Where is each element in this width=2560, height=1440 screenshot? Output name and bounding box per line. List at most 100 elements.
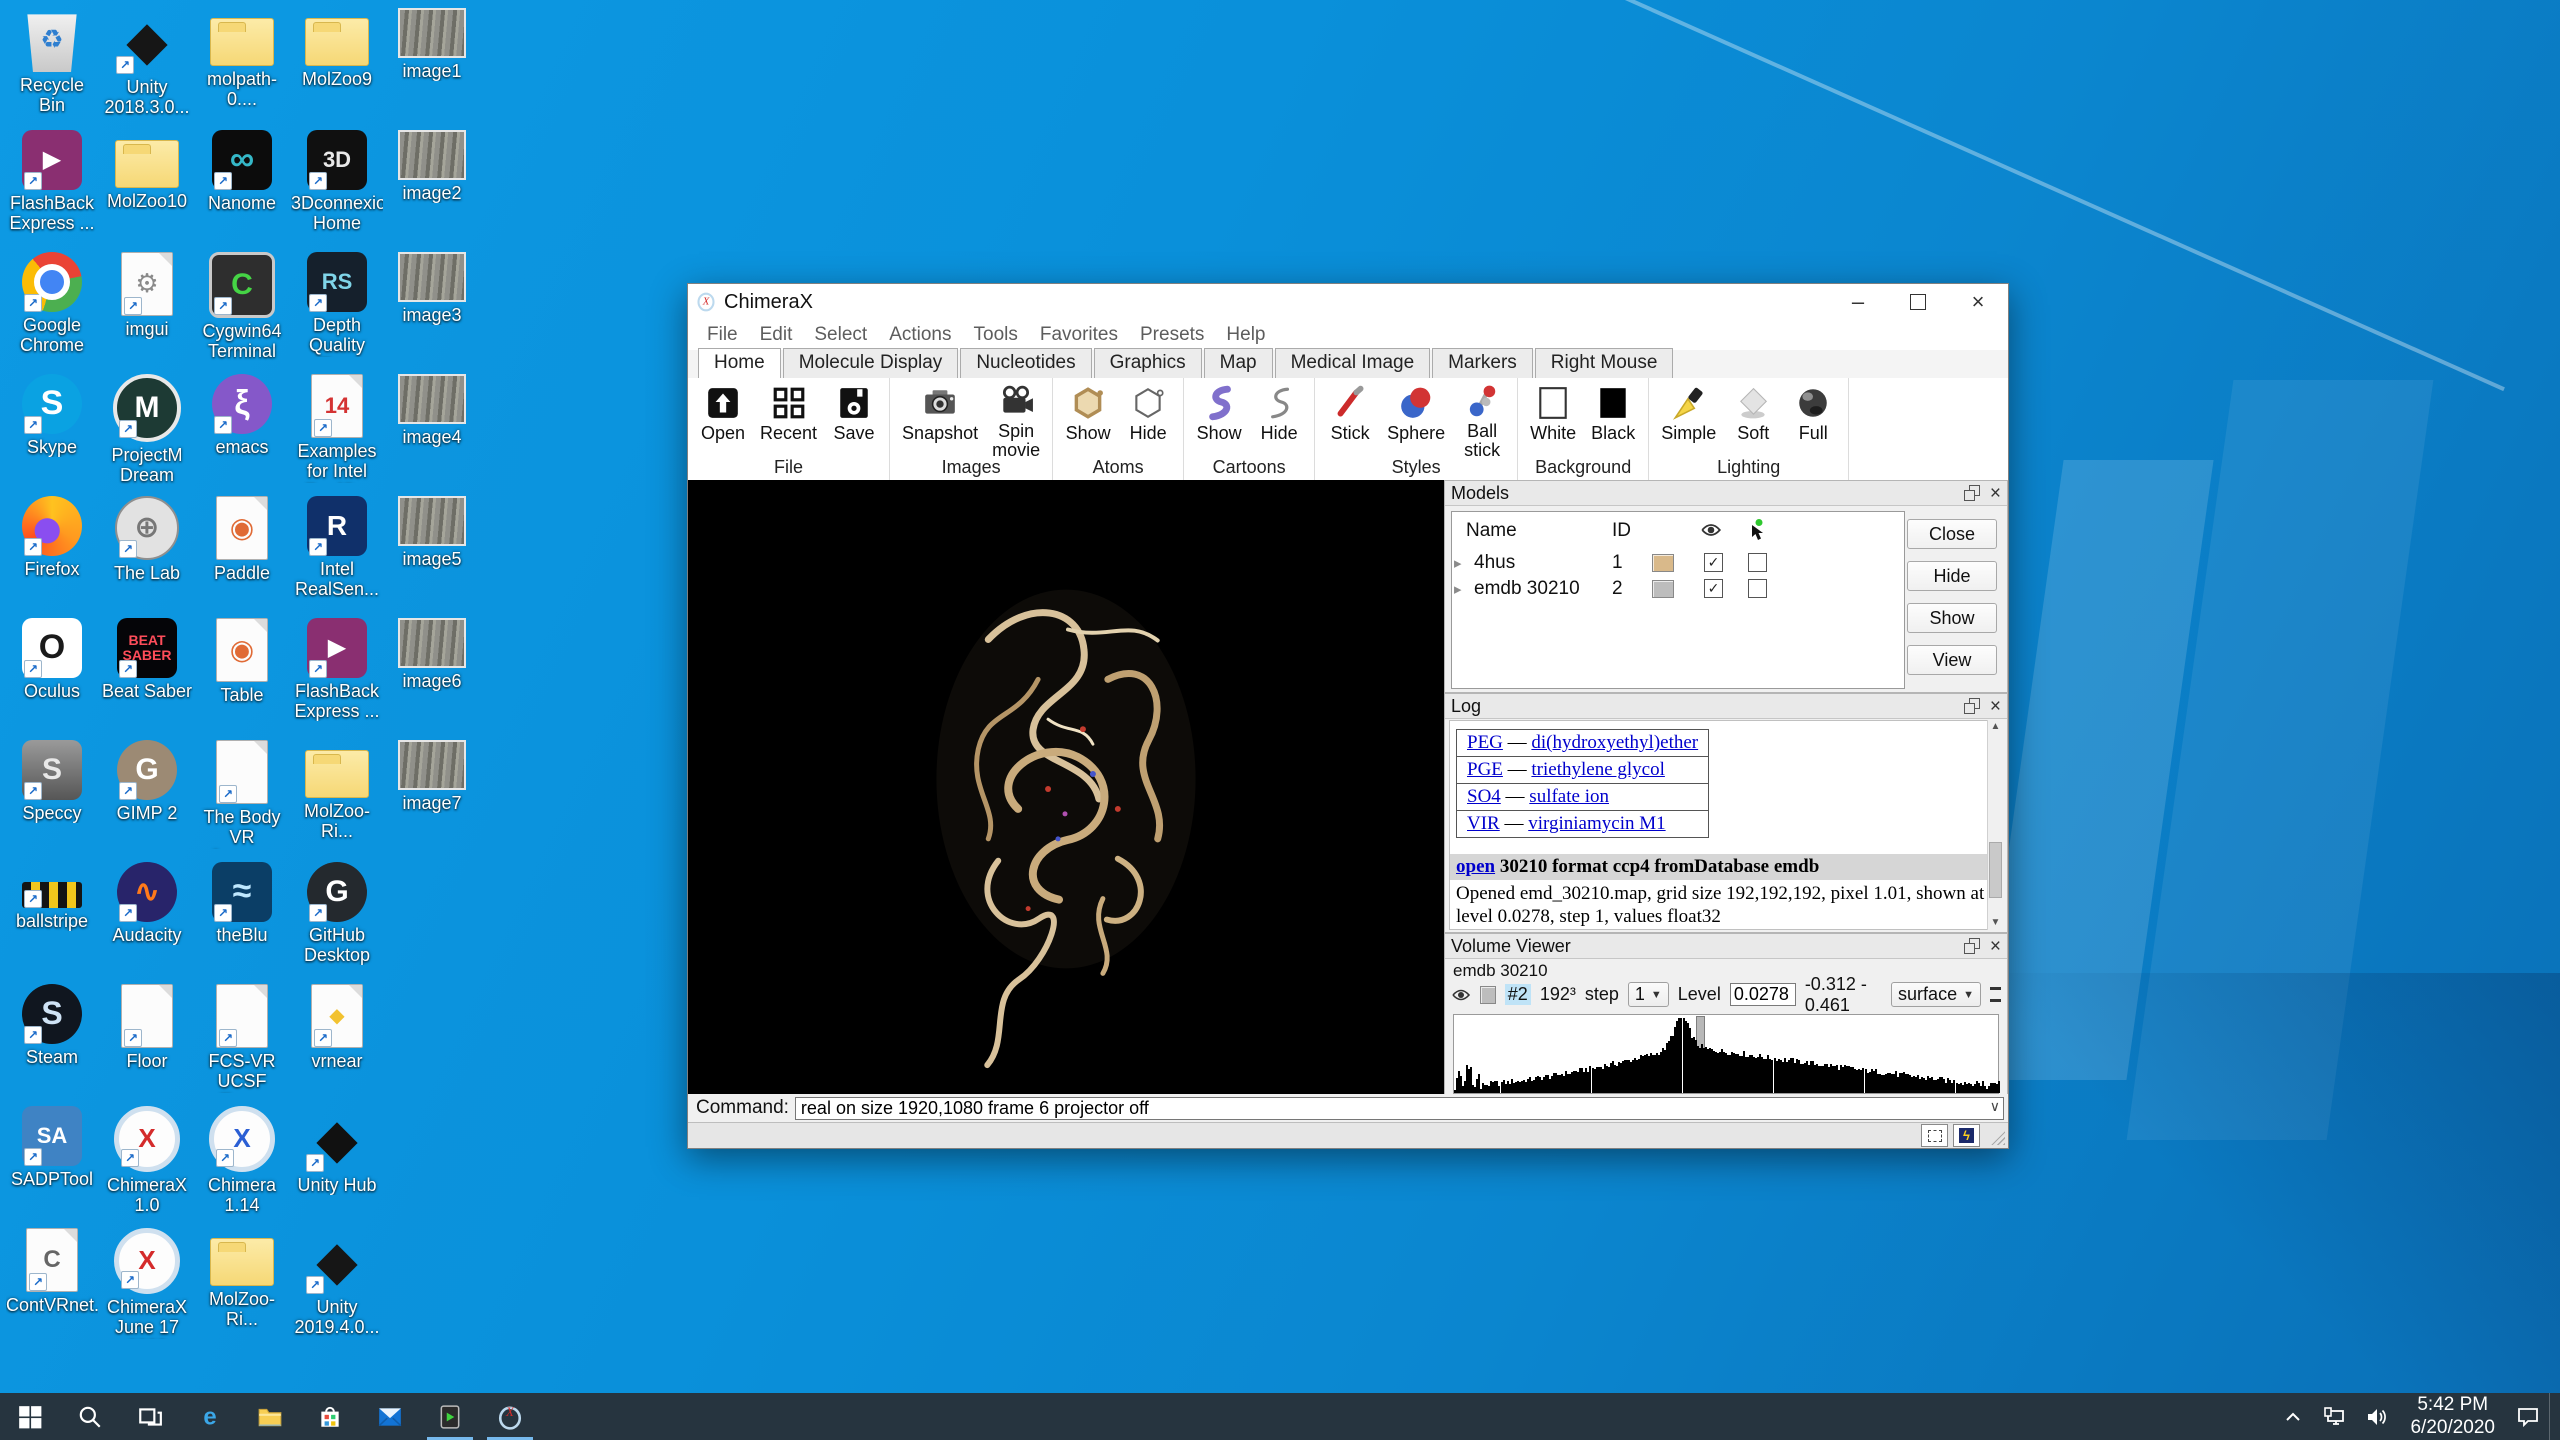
images-spin-movie-button[interactable]: Spin movie [992,384,1040,458]
resize-grip[interactable] [1991,1131,2005,1145]
desktop-icon-chimera-1-14[interactable]: X↗Chimera 1.14 [196,1106,288,1215]
desktop-icon-image4[interactable]: image4 [386,374,478,447]
desktop-icon-theblu[interactable]: ≈↗theBlu [196,862,288,945]
lighting-full-button[interactable]: Full [1790,384,1836,458]
desktop-icon-molzoo-ri-folder-1[interactable]: MolZoo-Ri... [196,1228,288,1329]
tab-graphics[interactable]: Graphics [1094,348,1202,378]
minimize-button[interactable]: – [1828,284,1888,320]
volume-histogram[interactable] [1453,1014,1999,1094]
desktop-icon-unity-hub[interactable]: ◆↗Unity Hub [291,1106,383,1195]
display-style-dropdown[interactable]: surface▼ [1891,982,1981,1007]
desktop-icon-cygwin64-terminal[interactable]: C↗Cygwin64 Terminal [196,252,288,361]
desktop-icon-emacs[interactable]: ξ↗emacs [196,374,288,457]
expand-row-icon[interactable]: ▸ [1454,580,1462,598]
styles-ball-stick-button[interactable]: Ball stick [1459,384,1505,458]
show-model-button[interactable]: Show [1907,603,1997,633]
command-input[interactable] [795,1097,2004,1120]
view-model-button[interactable]: View [1907,645,1997,675]
file-save-button[interactable]: Save [831,384,877,458]
log-panel-titlebar[interactable]: Log × [1445,694,2007,719]
styles-sphere-button[interactable]: Sphere [1387,384,1445,458]
title-bar[interactable]: X ChimeraX – × [688,284,2008,320]
taskbar-task-view-icon[interactable] [120,1393,180,1440]
close-panel-icon[interactable]: × [1990,484,2001,503]
desktop-icon-the-lab[interactable]: ⊕↗The Lab [101,496,193,583]
tab-molecule-display[interactable]: Molecule Display [783,348,959,378]
selection-mode-button[interactable] [1921,1124,1948,1147]
volume-model-id[interactable]: #2 [1505,984,1531,1005]
tab-right-mouse[interactable]: Right Mouse [1535,348,1674,378]
desktop-icon-molpath-folder[interactable]: molpath-0.... [196,8,288,109]
tab-medical-image[interactable]: Medical Image [1275,348,1431,378]
model-color-swatch[interactable] [1652,580,1674,598]
volume-menu-icon[interactable] [1990,987,2001,1002]
background-white-button[interactable]: White [1530,384,1576,458]
desktop-icon-depth-quality-tool[interactable]: RS↗Depth Quality To... [291,252,383,357]
atoms-hide-button[interactable]: Hide [1125,384,1171,458]
fast-mode-button[interactable]: ϟ [1953,1124,1980,1147]
desktop-icon-image6[interactable]: image6 [386,618,478,691]
desktop-icon-molzoo10-folder[interactable]: MolZoo10 [101,130,193,211]
close-model-button[interactable]: Close [1907,519,1997,549]
desktop-icon-unity-2018[interactable]: ◆↗Unity 2018.3.0... [101,8,193,117]
action-center-icon[interactable] [2507,1393,2549,1440]
desktop-icon-flashback-express[interactable]: ▶↗FlashBack Express ... [6,130,98,233]
file-open-button[interactable]: Open [700,384,746,458]
volume-viewer-titlebar[interactable]: Volume Viewer × [1445,934,2007,959]
ligand-code-link[interactable]: VIR [1467,813,1500,834]
desktop-icon-the-body-vr[interactable]: ↗The Body VR Journey Ins... [196,740,288,849]
desktop-icon-nanome[interactable]: ∞↗Nanome [196,130,288,213]
desktop-icon-molzoo-ri-folder-2[interactable]: MolZoo-Ri... [291,740,383,841]
command-history-chevron-icon[interactable]: ∨ [1990,1098,2000,1115]
desktop-icon-oculus[interactable]: O↗Oculus [6,618,98,701]
close-button[interactable]: × [1948,284,2008,320]
expand-row-icon[interactable]: ▸ [1454,554,1462,572]
level-input[interactable] [1730,983,1796,1006]
ligand-code-link[interactable]: PEG [1467,732,1503,753]
hide-model-button[interactable]: Hide [1907,561,1997,591]
desktop-icon-speccy[interactable]: S↗Speccy [6,740,98,823]
desktop-icon-chimerax-june[interactable]: X↗ChimeraX June 17 2020 [101,1228,193,1339]
desktop-icon-contvrnet[interactable]: C↗ContVRnet... [6,1228,98,1315]
desktop-icon-skype[interactable]: S↗Skype [6,374,98,457]
desktop-icon-examples-intel-realsense[interactable]: 14↗Examples for Intel RealS... [291,374,383,483]
scroll-down-icon[interactable]: ▼ [1988,916,2003,930]
taskbar-store-icon[interactable] [300,1393,360,1440]
model-shown-checkbox[interactable]: ✓ [1704,553,1723,572]
desktop-icon-intel-realsense[interactable]: R↗Intel RealSen... [291,496,383,599]
tray-chevron-up-icon[interactable] [2272,1393,2314,1440]
close-panel-icon[interactable]: × [1990,937,2001,956]
model-selected-checkbox[interactable] [1748,579,1767,598]
cartoons-hide-button[interactable]: Hide [1256,384,1302,458]
desktop-icon-molzoo9-folder[interactable]: MolZoo9 [291,8,383,89]
volume-shown-eye-icon[interactable] [1451,987,1471,1003]
show-desktop-button[interactable] [2549,1393,2560,1440]
tab-home[interactable]: Home [698,348,781,379]
ligand-name-link[interactable]: di(hydroxyethyl)ether [1531,732,1698,753]
open-command-link[interactable]: open [1456,856,1495,877]
scroll-up-icon[interactable]: ▲ [1988,720,2003,734]
cartoons-show-button[interactable]: Show [1196,384,1242,458]
menu-tools[interactable]: Tools [963,324,1029,346]
taskbar-start-icon[interactable] [0,1393,60,1440]
desktop-icon-image3[interactable]: image3 [386,252,478,325]
desktop-icon-recycle-bin[interactable]: ♻Recycle Bin [6,8,98,115]
desktop-icon-image5[interactable]: image5 [386,496,478,569]
float-panel-icon[interactable] [1964,485,1980,501]
menu-actions[interactable]: Actions [878,324,962,346]
model-color-swatch[interactable] [1652,554,1674,572]
float-panel-icon[interactable] [1964,938,1980,954]
models-panel-titlebar[interactable]: Models × [1445,481,2007,506]
desktop-icon-threedconnexion-home[interactable]: 3D↗3Dconnexion Home [291,130,383,233]
desktop-icon-paddle[interactable]: ◉Paddle [196,496,288,583]
background-black-button[interactable]: Black [1590,384,1636,458]
taskbar-mail-icon[interactable] [360,1393,420,1440]
model-selected-checkbox[interactable] [1748,553,1767,572]
desktop-icon-ballstripe[interactable]: ↗ballstripe [6,862,98,931]
taskbar-edge-icon[interactable]: e [180,1393,240,1440]
tab-markers[interactable]: Markers [1432,348,1533,378]
volume-color-swatch[interactable] [1480,986,1496,1004]
desktop-icon-audacity[interactable]: ∿↗Audacity [101,862,193,945]
desktop-icon-gimp-2[interactable]: G↗GIMP 2 [101,740,193,823]
taskbar-search-icon[interactable] [60,1393,120,1440]
